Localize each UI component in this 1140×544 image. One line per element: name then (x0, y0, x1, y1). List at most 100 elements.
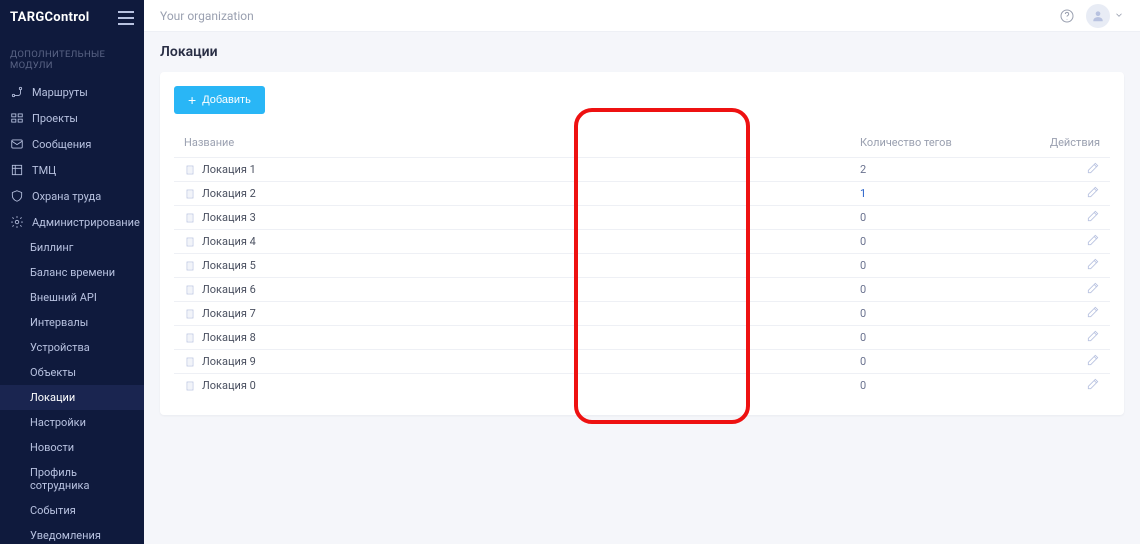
row-name: Локация 4 (202, 235, 256, 248)
row-actions (1020, 281, 1100, 298)
pencil-icon[interactable] (1086, 161, 1100, 175)
table-row[interactable]: Локация 2 1 (174, 181, 1110, 205)
pencil-icon[interactable] (1086, 353, 1100, 367)
table-row[interactable]: Локация 5 0 (174, 253, 1110, 277)
row-name-cell: Локация 8 (184, 331, 860, 344)
chevron-down-icon[interactable] (1114, 9, 1124, 23)
sidebar-item-messages[interactable]: Сообщения (0, 131, 144, 157)
table-row[interactable]: Локация 6 0 (174, 277, 1110, 301)
mail-icon (10, 137, 24, 151)
row-actions (1020, 329, 1100, 346)
sidebar-sub-external-api[interactable]: Внешний API (0, 285, 144, 310)
shield-icon (10, 189, 24, 203)
table-row[interactable]: Локация 8 0 (174, 325, 1110, 349)
row-name: Локация 1 (202, 163, 256, 176)
sidebar-sub-locations[interactable]: Локации (0, 385, 144, 410)
building-icon (184, 260, 196, 272)
row-name: Локация 5 (202, 259, 256, 272)
table-row[interactable]: Локация 1 2 (174, 157, 1110, 181)
sidebar-sub-label: Биллинг (30, 241, 73, 254)
app-logo: TARGControl (10, 10, 89, 25)
table-header: Название Количество тегов Действия (174, 128, 1110, 157)
sidebar-sub-objects[interactable]: Объекты (0, 360, 144, 385)
projects-icon (10, 111, 24, 125)
sidebar-sub-billing[interactable]: Биллинг (0, 235, 144, 260)
pencil-icon[interactable] (1086, 185, 1100, 199)
row-tags: 0 (860, 379, 1020, 392)
sidebar-section-title: ДОПОЛНИТЕЛЬНЫЕ МОДУЛИ (0, 35, 144, 79)
sidebar-sub-news[interactable]: Новости (0, 435, 144, 460)
row-tags: 0 (860, 283, 1020, 296)
building-icon (184, 236, 196, 248)
sidebar-sub-label: Внешний API (30, 291, 97, 304)
row-name: Локация 7 (202, 307, 256, 320)
sidebar-sub-events[interactable]: События (0, 498, 144, 523)
avatar[interactable] (1086, 4, 1110, 28)
sidebar-sub-label: Настройки (30, 416, 86, 429)
row-actions (1020, 161, 1100, 178)
sidebar-item-inventory[interactable]: ТМЦ (0, 157, 144, 183)
row-name-cell: Локация 7 (184, 307, 860, 320)
sidebar: TARGControl ДОПОЛНИТЕЛЬНЫЕ МОДУЛИ Маршру… (0, 0, 144, 544)
table-row[interactable]: Локация 7 0 (174, 301, 1110, 325)
sidebar-item-projects[interactable]: Проекты (0, 105, 144, 131)
sidebar-item-safety[interactable]: Охрана труда (0, 183, 144, 209)
pencil-icon[interactable] (1086, 329, 1100, 343)
sidebar-sub-label: Объекты (30, 366, 76, 379)
row-tags: 0 (860, 235, 1020, 248)
sidebar-sub-devices[interactable]: Устройства (0, 335, 144, 360)
add-button-label: Добавить (202, 94, 251, 106)
row-name-cell: Локация 5 (184, 259, 860, 272)
sidebar-sub-intervals[interactable]: Интервалы (0, 310, 144, 335)
table-row[interactable]: Локация 0 0 (174, 373, 1110, 397)
sidebar-sub-settings[interactable]: Настройки (0, 410, 144, 435)
building-icon (184, 284, 196, 296)
sidebar-sub-time-balance[interactable]: Баланс времени (0, 260, 144, 285)
row-tags: 0 (860, 355, 1020, 368)
sidebar-item-admin[interactable]: Администрирование (0, 209, 144, 235)
sidebar-sub-label: Уведомления (30, 529, 101, 542)
sidebar-sub-label: Новости (30, 441, 74, 454)
sidebar-sub-notifications[interactable]: Уведомления (0, 523, 144, 544)
pencil-icon[interactable] (1086, 281, 1100, 295)
row-name-cell: Локация 9 (184, 355, 860, 368)
sidebar-sub-label: Интервалы (30, 316, 88, 329)
row-name-cell: Локация 4 (184, 235, 860, 248)
pencil-icon[interactable] (1086, 257, 1100, 271)
pencil-icon[interactable] (1086, 209, 1100, 223)
gear-icon (10, 215, 24, 229)
sidebar-sub-employee-profile[interactable]: Профиль сотрудника (0, 460, 144, 498)
page: Локации + Добавить Название Количество т… (144, 32, 1140, 544)
pencil-icon[interactable] (1086, 305, 1100, 319)
row-tags: 0 (860, 307, 1020, 320)
building-icon (184, 212, 196, 224)
building-icon (184, 356, 196, 368)
table-row[interactable]: Локация 4 0 (174, 229, 1110, 253)
row-name-cell: Локация 2 (184, 187, 860, 200)
building-icon (184, 380, 196, 392)
building-icon (184, 332, 196, 344)
building-icon (184, 308, 196, 320)
help-icon[interactable] (1058, 7, 1076, 25)
pencil-icon[interactable] (1086, 377, 1100, 391)
row-name-cell: Локация 3 (184, 211, 860, 224)
org-name[interactable]: Your organization (160, 9, 254, 23)
pencil-icon[interactable] (1086, 233, 1100, 247)
building-icon (184, 188, 196, 200)
sidebar-item-label: ТМЦ (32, 164, 56, 177)
topbar: Your organization (144, 0, 1140, 32)
table-row[interactable]: Локация 9 0 (174, 349, 1110, 373)
row-name-cell: Локация 6 (184, 283, 860, 296)
row-tags: 0 (860, 211, 1020, 224)
row-actions (1020, 377, 1100, 394)
sidebar-item-routes[interactable]: Маршруты (0, 79, 144, 105)
page-title: Локации (144, 32, 1140, 72)
table-row[interactable]: Локация 3 0 (174, 205, 1110, 229)
building-icon (184, 164, 196, 176)
row-actions (1020, 305, 1100, 322)
add-button[interactable]: + Добавить (174, 86, 265, 114)
inventory-icon (10, 163, 24, 177)
row-tags: 0 (860, 331, 1020, 344)
hamburger-icon[interactable] (118, 11, 134, 25)
sidebar-item-label: Охрана труда (32, 190, 101, 203)
